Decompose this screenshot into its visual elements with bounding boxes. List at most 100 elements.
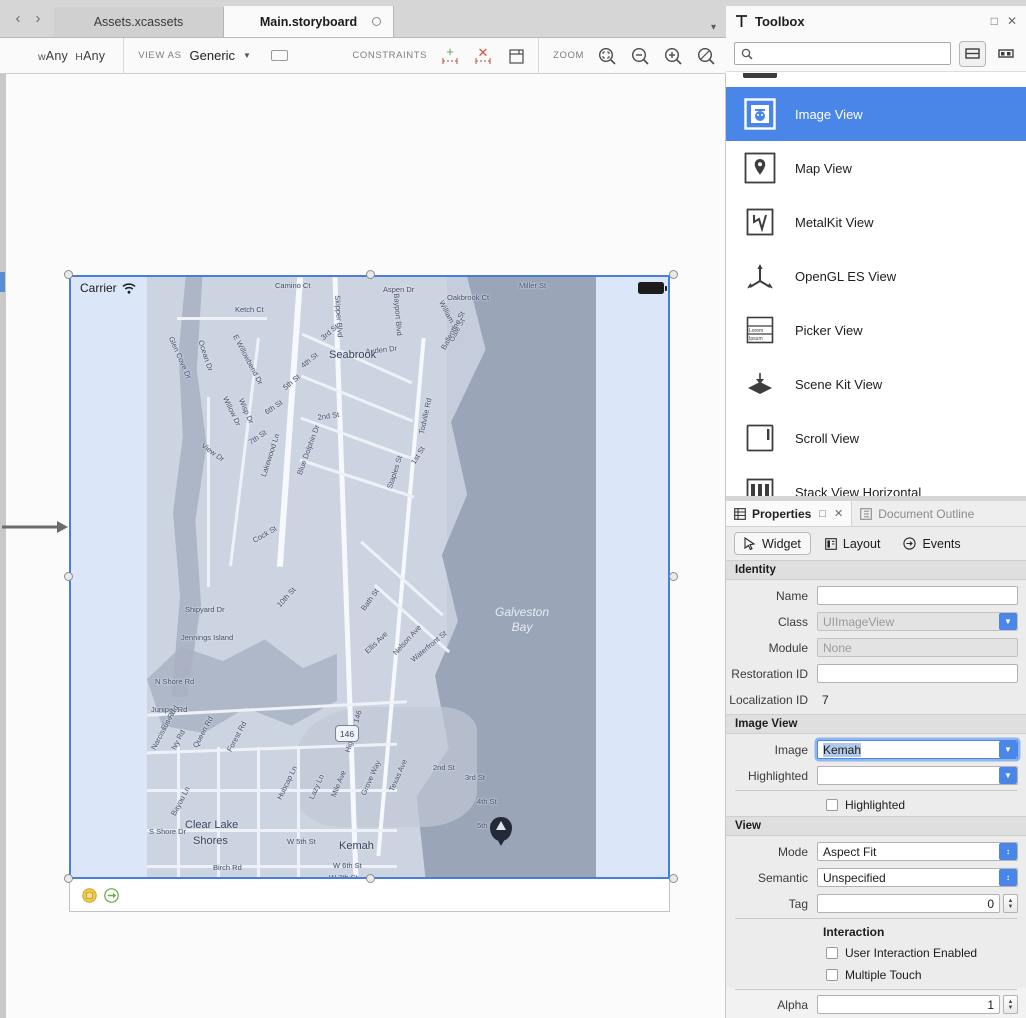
toolbox-item-opengl-es-view[interactable]: OpenGL ES View [726,249,1026,303]
scene-dock-bar[interactable] [69,879,670,912]
search-input[interactable] [759,46,944,62]
map-water-label-galveston-bay: Galveston Bay [477,605,567,635]
canvas-rail-marker[interactable] [0,272,5,292]
device-outline-icon[interactable] [271,50,288,61]
back-arrow-icon[interactable]: ‹ [8,5,28,31]
grid-view-toggle[interactable] [994,41,1018,67]
selection-handle-mid-left[interactable] [64,572,73,581]
property-label: Semantic [726,871,817,885]
minimize-icon[interactable]: □ [819,508,826,520]
toolbox-item-list[interactable]: Image View Map View [726,73,1026,496]
minimize-icon[interactable]: □ [991,15,998,27]
user-interaction-enabled-checkbox[interactable] [826,947,838,959]
tab-main-storyboard[interactable]: Main.storyboard [224,6,394,37]
stepper-down-icon[interactable]: ▼ [1008,1005,1014,1011]
checkbox-row-highlighted[interactable]: Highlighted [726,794,1026,816]
view-as-value: Generic [190,48,236,63]
toolbox-item-scroll-view[interactable]: Scroll View [726,411,1026,465]
chevron-down-icon[interactable]: ▼ [999,613,1017,630]
add-constraint-icon[interactable]: + [440,45,460,67]
zoom-in-icon[interactable] [663,45,683,67]
toolbox-item-map-view[interactable]: Map View [726,141,1026,195]
module-input[interactable]: None [817,638,1018,657]
tag-input[interactable]: 0 [817,894,1000,913]
tab-document-outline[interactable]: Document Outline [851,501,1026,526]
chevron-down-icon[interactable]: ▼ [999,767,1017,784]
zoom-out-icon[interactable] [630,45,650,67]
map-city-label-seabrook: Seabrook [329,349,376,361]
checkbox-row-user-interaction-enabled[interactable]: User Interaction Enabled [726,942,1026,964]
scroll-view-icon [743,421,777,455]
properties-icon [734,508,746,520]
multiple-touch-checkbox[interactable] [826,969,838,981]
toolbox-item-stack-view-horizontal[interactable]: Stack View Horizontal [726,465,1026,496]
toolbox-item-picker-view[interactable]: Lorem Ipsum Picker View [726,303,1026,357]
chevron-down-icon[interactable]: ▼ [999,741,1017,758]
resolve-constraint-icon[interactable] [506,45,526,67]
close-icon[interactable]: ✕ [834,507,843,520]
selection-handle-top-left[interactable] [64,270,73,279]
selection-handle-bottom-center[interactable] [366,874,375,883]
alpha-input[interactable]: 1 [817,995,1000,1014]
search-icon [741,48,753,60]
section-header-identity: Identity [726,560,1026,580]
toolbox-item-label: Map View [795,161,852,176]
selection-handle-top-right[interactable] [669,270,678,279]
tab-overflow-menu-icon[interactable]: ▾ [711,22,726,37]
toolbox-item-scene-kit-view[interactable]: Scene Kit View [726,357,1026,411]
alpha-stepper[interactable]: ▲ ▼ [1003,995,1018,1014]
clear-constraint-icon[interactable]: ✕ [473,45,493,67]
checkbox-label: Multiple Touch [845,968,922,982]
scene-container[interactable]: Carrier [69,203,670,912]
stepper-updown-icon[interactable]: ↕ [999,869,1017,886]
size-class-h-prefix: H [75,51,83,63]
view-as-control[interactable]: VIEW AS Generic ▼ [124,48,288,63]
list-view-toggle[interactable] [959,41,986,67]
exit-segue-icon[interactable] [104,888,119,903]
forward-arrow-icon[interactable]: › [28,5,48,31]
tag-stepper[interactable]: ▲ ▼ [1003,894,1018,913]
stepper-down-icon[interactable]: ▼ [1008,904,1014,910]
tab-modified-dot-icon[interactable] [372,17,381,26]
highlighted-image-input[interactable] [817,766,1018,785]
close-icon[interactable]: ✕ [1007,15,1017,27]
segment-layout[interactable]: Layout [816,532,890,555]
battery-icon [638,282,664,294]
zoom-actual-icon[interactable] [696,45,716,67]
tab-properties[interactable]: Properties [726,501,819,526]
search-field-container[interactable] [734,42,951,65]
image-input[interactable]: Kemah [817,740,1018,759]
image-combo[interactable]: Kemah ▼ [817,740,1018,759]
stack-view-horizontal-icon [743,475,777,496]
class-combo[interactable]: UIImageView ▼ [817,612,1018,631]
selection-handle-mid-right[interactable] [669,572,678,581]
selection-handle-top-center[interactable] [366,270,375,279]
selection-handle-bottom-left[interactable] [64,874,73,883]
semantic-combo[interactable]: Unspecified ↕ [817,868,1018,887]
storyboard-canvas[interactable]: Carrier [0,74,726,1018]
toolbox-item-image-view[interactable]: Image View [726,87,1026,141]
chevron-down-icon[interactable]: ▼ [243,51,251,60]
mode-value[interactable]: Aspect Fit [817,842,1018,861]
segment-widget[interactable]: Widget [734,532,811,555]
stepper-updown-icon[interactable]: ↕ [999,843,1017,860]
constraints-group: CONSTRAINTS + ✕ [342,45,526,67]
name-input[interactable] [817,586,1018,605]
image-view-element[interactable]: Carrier [69,275,670,879]
zoom-fit-icon[interactable] [597,45,617,67]
editor-tab-bar: ‹ › Assets.xcassets Main.storyboard ▾ [0,0,726,38]
tab-assets-xcassets[interactable]: Assets.xcassets [54,7,224,37]
image-value: Kemah [823,743,861,757]
highlighted-checkbox[interactable] [826,799,838,811]
mode-combo[interactable]: Aspect Fit ↕ [817,842,1018,861]
size-class-indicator[interactable]: wAny HAny [0,49,123,63]
selection-handle-bottom-right[interactable] [669,874,678,883]
segment-events[interactable]: Events [894,532,969,555]
checkbox-row-multiple-touch[interactable]: Multiple Touch [726,964,1026,986]
first-responder-icon[interactable] [82,888,97,903]
semantic-value[interactable]: Unspecified [817,868,1018,887]
toolbox-item-metalkit-view[interactable]: MetalKit View [726,195,1026,249]
highlighted-image-combo[interactable]: ▼ [817,766,1018,785]
toolbox-item-partial-above[interactable] [726,73,1026,87]
restoration-id-input[interactable] [817,664,1018,683]
